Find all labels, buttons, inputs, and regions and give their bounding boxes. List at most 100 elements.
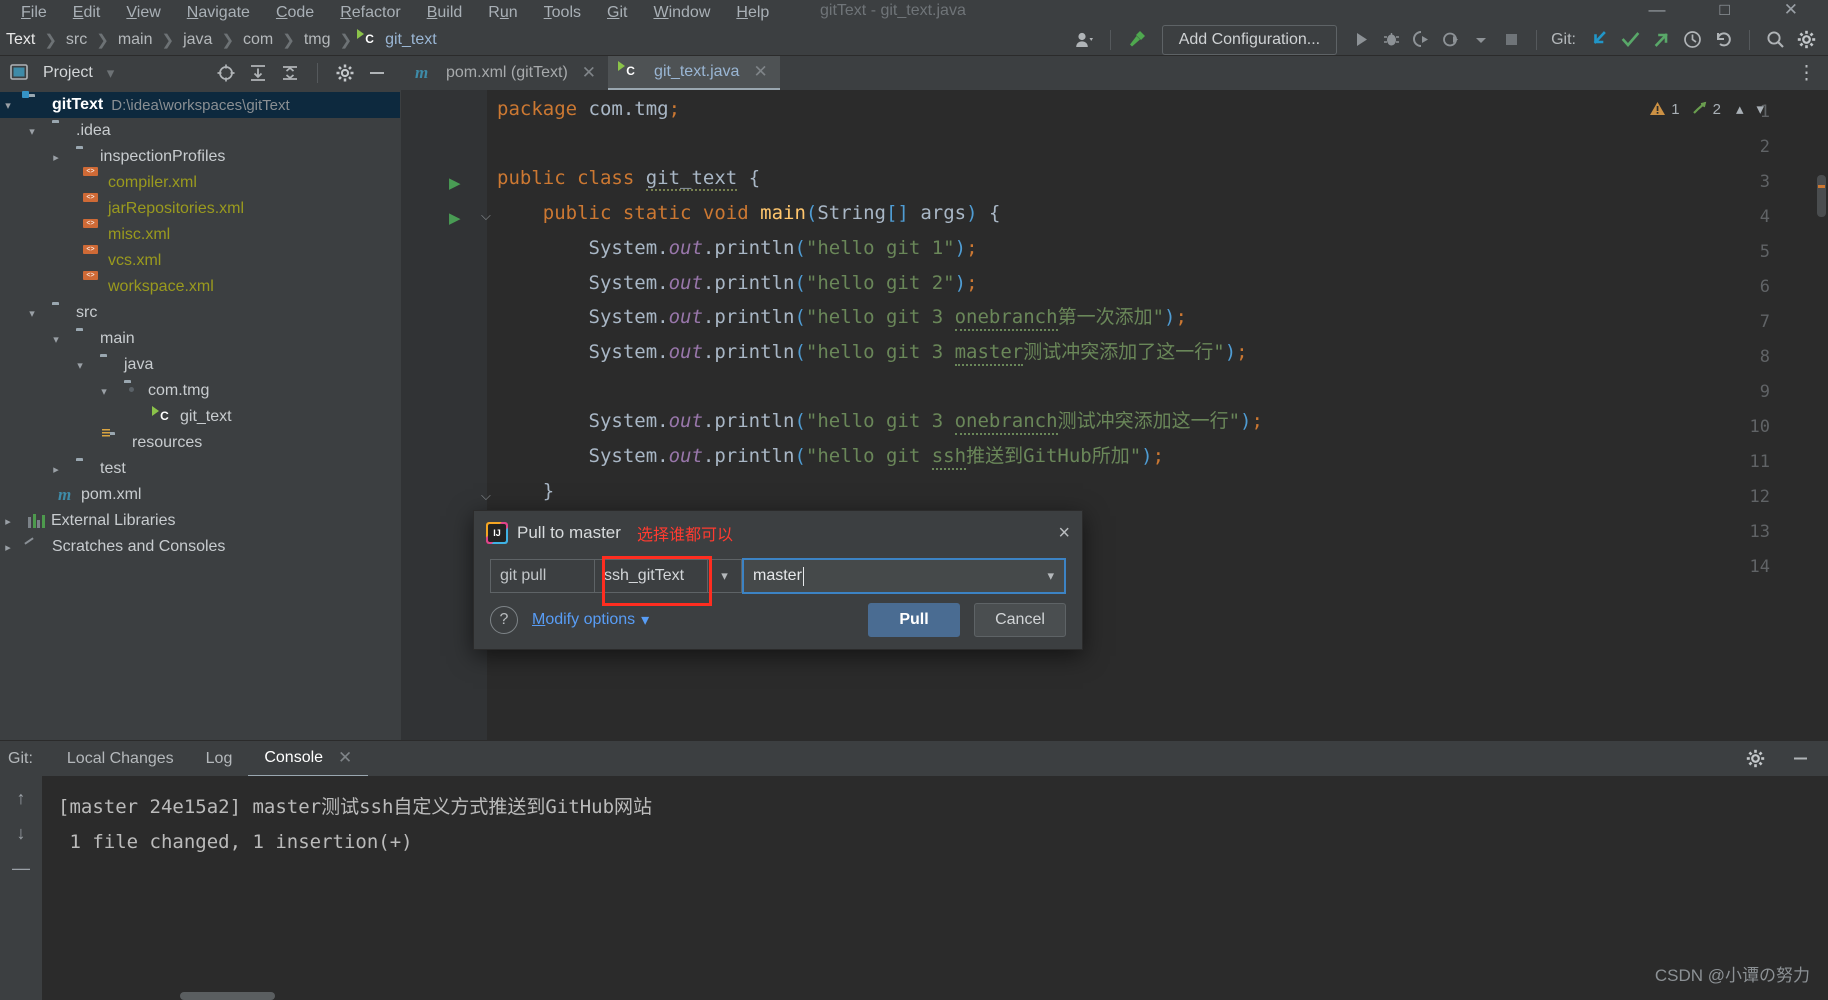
inspection-widget[interactable]: 1 2 ▴ ▾ [1649,100,1764,118]
fold-collapse-icon[interactable]: ⌵ [481,488,491,504]
close-icon[interactable]: ✕ [338,748,352,768]
tree-node-compiler-xml[interactable]: compiler.xml [0,170,400,196]
tree-node-scratches-and-consoles[interactable]: ▸ Scratches and Consoles [0,534,400,560]
tree-node-workspace-xml[interactable]: workspace.xml [0,274,400,300]
debug-icon[interactable] [1376,26,1406,54]
chevron-down-icon[interactable]: ▾ [48,333,64,346]
expand-all-icon[interactable] [243,59,273,87]
code-content[interactable]: package com.tmg; public class git_text {… [497,92,1263,508]
profiler-icon[interactable] [1436,26,1466,54]
git-rollback-icon[interactable] [1708,26,1739,54]
scroll-down-icon[interactable]: ↓ [17,823,26,844]
close-icon[interactable]: ✕ [582,63,596,83]
menu-code[interactable]: Code [263,2,327,24]
add-configuration-button[interactable]: Add Configuration... [1161,24,1338,55]
chevron-right-icon[interactable]: ▸ [0,541,16,554]
editor-tab-git_text-java[interactable]: git_text.java ✕ [608,56,780,90]
breadcrumb-0[interactable]: Text [6,31,35,49]
menu-edit[interactable]: Edit [60,2,114,24]
tree-node-resources[interactable]: resources [0,430,400,456]
maximize-icon[interactable]: □ [1719,0,1729,20]
settings-gear-icon[interactable] [330,59,360,87]
scroll-up-icon[interactable]: ↑ [17,788,26,809]
chevron-down-icon[interactable]: ▾ [0,99,16,112]
soft-wrap-icon[interactable]: — [12,858,30,879]
chevron-down-icon[interactable]: ▾ [24,125,40,138]
chevron-down-icon[interactable] [1466,26,1496,54]
tab-console[interactable]: Console ✕ [248,741,369,777]
cancel-button[interactable]: Cancel [974,603,1066,637]
menu-tools[interactable]: Tools [531,2,594,24]
breadcrumb-1[interactable]: src [66,31,87,49]
menu-refactor[interactable]: Refactor [327,2,413,24]
breadcrumb-4[interactable]: com [243,31,273,49]
chevron-down-icon[interactable]: ▾ [96,385,112,398]
collapse-all-icon[interactable] [275,59,305,87]
search-icon[interactable] [1760,26,1791,54]
close-icon[interactable]: ✕ [1784,0,1798,20]
close-icon[interactable]: × [1058,523,1070,543]
tree-node-vcs-xml[interactable]: vcs.xml [0,248,400,274]
git-console-output[interactable]: [master 24e15a2] master测试ssh自定义方式推送到GitH… [42,776,1828,1000]
stop-icon[interactable] [1496,26,1526,54]
menu-navigate[interactable]: Navigate [174,2,263,24]
chevron-down-icon[interactable]: ▾ [72,359,88,372]
tree-node-git_text[interactable]: git_text [0,404,400,430]
editor-tabs-more-icon[interactable]: ⋮ [1785,56,1828,90]
remote-select-chevron-down-icon[interactable]: ▾ [708,559,742,593]
git-update-project-icon[interactable] [1584,26,1615,54]
menu-help[interactable]: Help [723,2,782,24]
modify-options-link[interactable]: Modify options ▾ [532,610,649,630]
menu-file[interactable]: File [8,2,60,24]
breadcrumb-6[interactable]: git_text [361,31,437,49]
tree-node-com-tmg[interactable]: ▾ com.tmg [0,378,400,404]
tree-node-misc-xml[interactable]: misc.xml [0,222,400,248]
breadcrumb-3[interactable]: java [183,31,212,49]
hide-toolwindow-icon[interactable] [1785,745,1816,773]
horizontal-scrollbar-thumb[interactable] [180,992,275,1000]
hide-toolwindow-icon[interactable] [362,59,392,87]
tab-local-changes[interactable]: Local Changes [51,741,190,777]
minimize-icon[interactable]: — [1648,0,1665,20]
git-commit-icon[interactable] [1615,26,1646,54]
select-opened-file-icon[interactable] [211,59,241,87]
run-method-gutter-icon[interactable]: ▶ [449,209,461,227]
fold-collapse-icon[interactable]: ⌵ [481,208,491,224]
inspection-next-icon[interactable]: ▾ [1756,100,1764,118]
settings-gear-icon[interactable] [1740,745,1771,773]
tree-node-inspectionProfiles[interactable]: ▸ inspectionProfiles [0,144,400,170]
project-tree[interactable]: ▾ gitText D:\idea\workspaces\gitText ▾ .… [0,90,400,740]
remote-select-value[interactable]: ssh_gitText [595,559,708,593]
branch-combo-input[interactable]: master ▾ [742,558,1066,594]
tree-node-external-libraries[interactable]: ▸ External Libraries [0,508,400,534]
user-account-icon[interactable] [1070,26,1100,54]
project-view-chevron-down-icon[interactable]: ▾ [93,64,124,82]
run-coverage-icon[interactable] [1406,26,1436,54]
breadcrumb-2[interactable]: main [118,31,153,49]
tree-node-idea[interactable]: ▾ .idea [0,118,400,144]
tree-node-jarRepositories-xml[interactable]: jarRepositories.xml [0,196,400,222]
tree-node-pom-xml[interactable]: m pom.xml [0,482,400,508]
git-history-icon[interactable] [1677,26,1708,54]
menu-run[interactable]: Run [475,2,530,24]
chevron-right-icon[interactable]: ▸ [48,463,64,476]
chevron-down-icon[interactable]: ▾ [24,307,40,320]
menu-window[interactable]: Window [640,2,723,24]
close-icon[interactable]: ✕ [753,62,767,82]
menu-build[interactable]: Build [414,2,476,24]
git-push-icon[interactable] [1646,26,1677,54]
menu-git[interactable]: Git [594,2,640,24]
tree-node-src[interactable]: ▾ src [0,300,400,326]
tab-log[interactable]: Log [190,741,249,777]
scrollbar-thumb[interactable] [1817,175,1826,217]
menu-view[interactable]: View [113,2,173,24]
run-class-gutter-icon[interactable]: ▶ [449,174,461,192]
build-hammer-icon[interactable] [1121,26,1153,54]
editor-tab-pom-xml[interactable]: m pom.xml (gitText) ✕ [401,56,608,90]
chevron-right-icon[interactable]: ▸ [0,515,16,528]
error-stripe-marker[interactable] [1818,185,1825,188]
pull-button[interactable]: Pull [868,603,960,637]
chevron-right-icon[interactable]: ▸ [48,151,64,164]
tree-node-test[interactable]: ▸ test [0,456,400,482]
tree-node-java[interactable]: ▾ java [0,352,400,378]
